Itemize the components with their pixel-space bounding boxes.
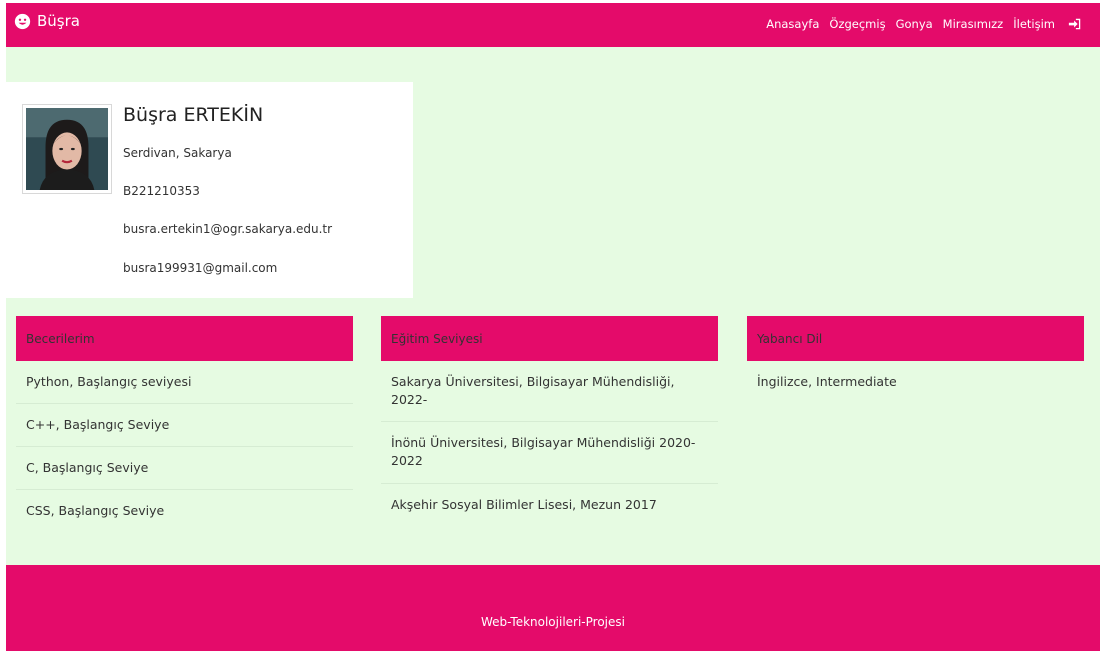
skills-panel: Becerilerim Python, Başlangıç seviyesi C… [16, 316, 353, 533]
language-panel-title: Yabancı Dil [747, 316, 1084, 361]
profile-card: Büşra ERTEKİN Serdivan, Sakarya B2212103… [6, 82, 413, 298]
list-item: C++, Başlangıç Seviye [16, 404, 353, 448]
nav-item-anasayfa[interactable]: Anasayfa [766, 17, 819, 31]
list-item: Sakarya Üniversitesi, Bilgisayar Mühendi… [381, 361, 718, 423]
list-item: Python, Başlangıç seviyesi [16, 361, 353, 405]
list-item: C, Başlangıç Seviye [16, 447, 353, 491]
list-item: İngilizce, Intermediate [757, 374, 897, 389]
profile-photo [26, 108, 108, 190]
profile-school-email: busra.ertekin1@ogr.sakarya.edu.tr [123, 222, 333, 236]
list-item: Akşehir Sosyal Bilimler Lisesi, Mezun 20… [391, 496, 657, 512]
nav-item-gonya[interactable]: Gonya [896, 17, 933, 31]
brand-name: Büşra [37, 12, 80, 30]
language-panel: Yabancı Dil İngilizce, Intermediate [747, 316, 1084, 403]
footer-text: Web-Teknolojileri-Projesi [481, 615, 625, 629]
nav-menu: Anasayfa Özgeçmiş Gonya Mirasımızz İleti… [766, 17, 1082, 31]
sign-in-icon[interactable] [1068, 17, 1082, 31]
profile-student-id: B221210353 [123, 184, 200, 198]
footer: Web-Teknolojileri-Projesi [6, 565, 1100, 651]
nav-item-mirasimiz[interactable]: Mirasımızz [943, 17, 1004, 31]
nav-item-ozgecmis[interactable]: Özgeçmiş [829, 17, 885, 31]
smile-icon [14, 13, 31, 29]
navbar: Büşra Anasayfa Özgeçmiş Gonya Mirasımızz… [6, 3, 1100, 47]
page: Büşra Anasayfa Özgeçmiş Gonya Mirasımızz… [6, 3, 1100, 651]
list-item: İnönü Üniversitesi, Bilgisayar Mühendisl… [381, 422, 718, 484]
education-panel: Eğitim Seviyesi Sakarya Üniversitesi, Bi… [381, 316, 718, 526]
profile-personal-email: busra199931@gmail.com [123, 261, 278, 275]
brand-link[interactable]: Büşra [14, 12, 80, 30]
skills-panel-title: Becerilerim [16, 316, 353, 361]
education-panel-title: Eğitim Seviyesi [381, 316, 718, 361]
list-item: CSS, Başlangıç Seviye [26, 503, 165, 519]
avatar [22, 104, 112, 194]
profile-name: Büşra ERTEKİN [123, 104, 264, 126]
nav-item-iletisim[interactable]: İletişim [1013, 17, 1055, 31]
profile-location: Serdivan, Sakarya [123, 146, 232, 160]
